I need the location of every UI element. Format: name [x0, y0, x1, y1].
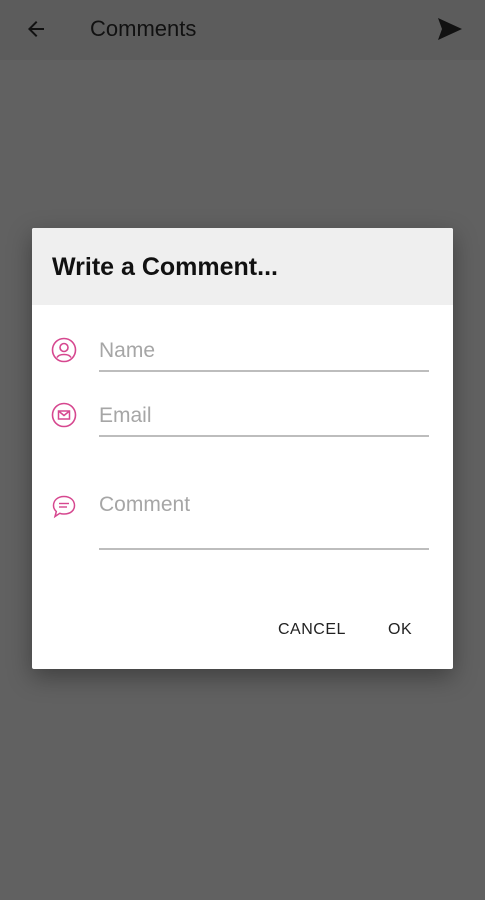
email-field[interactable] [99, 401, 429, 437]
name-field[interactable] [99, 336, 429, 372]
app-bar: Comments [0, 0, 485, 60]
send-icon [438, 18, 462, 40]
dialog-header: Write a Comment... [32, 228, 453, 305]
comment-dialog: Write a Comment... CANCEL OK [32, 228, 453, 669]
back-button[interactable] [18, 12, 54, 46]
comment-field[interactable] [99, 492, 429, 550]
user-circle-icon [51, 337, 77, 363]
dialog-title: Write a Comment... [52, 253, 278, 281]
envelope-circle-icon [51, 402, 77, 428]
ok-button[interactable]: OK [378, 612, 422, 648]
chat-bubble-icon [52, 495, 76, 519]
page-title: Comments [90, 16, 197, 41]
send-button[interactable] [430, 11, 470, 47]
arrow-left-icon [28, 21, 44, 37]
cancel-button[interactable]: CANCEL [268, 612, 356, 648]
